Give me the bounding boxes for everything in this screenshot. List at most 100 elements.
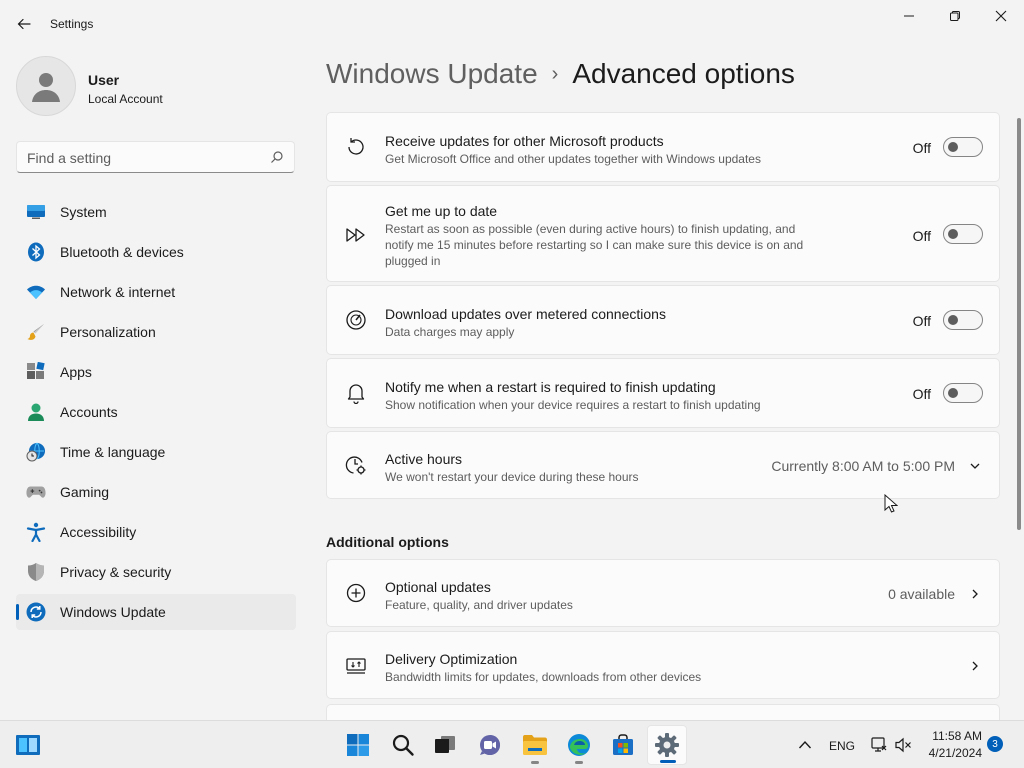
sidebar-item-personalization[interactable]: Personalization bbox=[16, 314, 296, 350]
settings-taskbar-button[interactable] bbox=[647, 725, 687, 765]
close-icon bbox=[995, 10, 1007, 22]
sidebar-item-apps[interactable]: Apps bbox=[16, 354, 296, 390]
sidebar-item-accessibility[interactable]: Accessibility bbox=[16, 514, 296, 550]
volume-muted-icon[interactable] bbox=[894, 736, 912, 759]
update-icon bbox=[26, 602, 46, 622]
minimize-icon bbox=[904, 15, 914, 17]
edge-icon bbox=[568, 734, 590, 756]
metered-toggle[interactable] bbox=[943, 310, 983, 330]
chat-button[interactable] bbox=[470, 725, 510, 765]
nav-list: System Bluetooth & devices Network & int… bbox=[16, 194, 296, 634]
search-box[interactable] bbox=[16, 141, 295, 173]
clock-time[interactable]: 11:58 AM bbox=[930, 729, 982, 743]
maximize-button[interactable] bbox=[932, 4, 978, 28]
file-explorer-button[interactable] bbox=[515, 725, 555, 765]
sidebar-item-label: Personalization bbox=[60, 324, 156, 340]
sidebar-item-label: Accessibility bbox=[60, 524, 137, 540]
folder-icon bbox=[523, 735, 547, 755]
chevron-up-icon bbox=[798, 740, 812, 749]
sidebar-item-label: Accounts bbox=[60, 404, 118, 420]
sidebar-item-system[interactable]: System bbox=[16, 194, 296, 230]
user-profile[interactable]: User Local Account bbox=[16, 56, 296, 116]
brush-icon bbox=[26, 322, 46, 342]
fast-forward-icon bbox=[345, 224, 367, 246]
active-hours-title: Active hours bbox=[385, 451, 463, 467]
user-avatar-icon bbox=[32, 73, 60, 102]
setting-title: Receive updates for other Microsoft prod… bbox=[385, 133, 664, 149]
title-bar: Settings bbox=[0, 0, 1024, 48]
minimize-button[interactable] bbox=[886, 4, 932, 28]
restore-icon bbox=[950, 11, 960, 21]
chevron-down-icon[interactable] bbox=[969, 460, 981, 472]
chevron-right-icon bbox=[969, 660, 981, 672]
additional-options-heading: Additional options bbox=[326, 534, 449, 550]
delivery-optimization-card[interactable]: Delivery Optimization Bandwidth limits f… bbox=[326, 631, 1000, 699]
other-products-toggle[interactable] bbox=[943, 137, 983, 157]
sidebar-item-network[interactable]: Network & internet bbox=[16, 274, 296, 310]
sidebar-item-windows-update[interactable]: Windows Update bbox=[16, 594, 296, 630]
toggle-knob bbox=[948, 229, 958, 239]
toggle-state: Off bbox=[912, 228, 931, 244]
clock-date[interactable]: 4/21/2024 bbox=[926, 746, 982, 760]
search-icon bbox=[392, 734, 414, 756]
bluetooth-icon bbox=[26, 242, 46, 262]
sidebar-item-label: Privacy & security bbox=[60, 564, 172, 580]
monitor-icon bbox=[26, 202, 46, 222]
active-hours-card[interactable]: Active hours We won't restart your devic… bbox=[326, 431, 1000, 499]
toggle-state: Off bbox=[912, 313, 931, 329]
toggle-knob bbox=[948, 388, 958, 398]
store-icon bbox=[613, 734, 633, 755]
chevron-right-icon bbox=[969, 588, 981, 600]
store-button[interactable] bbox=[603, 725, 643, 765]
optional-updates-card[interactable]: Optional updates Feature, quality, and d… bbox=[326, 559, 1000, 627]
sidebar-item-time-language[interactable]: Time & language bbox=[16, 434, 296, 470]
sidebar-item-bluetooth[interactable]: Bluetooth & devices bbox=[16, 234, 296, 270]
notify-restart-toggle[interactable] bbox=[943, 383, 983, 403]
next-option-card[interactable] bbox=[326, 704, 1000, 720]
search-input[interactable] bbox=[27, 149, 267, 167]
sidebar-item-label: Time & language bbox=[60, 444, 166, 460]
breadcrumb-parent[interactable]: Windows Update bbox=[326, 58, 538, 89]
sidebar-item-label: Windows Update bbox=[60, 604, 166, 620]
page-title: Advanced options bbox=[572, 58, 795, 89]
optional-updates-description: Feature, quality, and driver updates bbox=[385, 598, 573, 612]
optional-updates-count: 0 available bbox=[888, 586, 955, 602]
accessibility-icon bbox=[26, 522, 46, 542]
gamepad-icon bbox=[26, 482, 46, 502]
close-button[interactable] bbox=[978, 4, 1024, 28]
sidebar-item-accounts[interactable]: Accounts bbox=[16, 394, 296, 430]
get-up-to-date-toggle[interactable] bbox=[943, 224, 983, 244]
setting-title: Download updates over metered connection… bbox=[385, 306, 666, 322]
main-content: Windows Update › Advanced options Receive … bbox=[326, 48, 1016, 720]
search-taskbar-button[interactable] bbox=[383, 725, 423, 765]
refresh-icon bbox=[345, 136, 367, 158]
person-icon bbox=[26, 402, 46, 422]
arrow-left-icon bbox=[17, 18, 31, 30]
show-hidden-icons-button[interactable] bbox=[788, 725, 822, 765]
sidebar-item-label: Gaming bbox=[60, 484, 110, 500]
delivery-optimization-description: Bandwidth limits for updates, downloads … bbox=[385, 670, 702, 684]
sidebar-item-label: System bbox=[60, 204, 107, 220]
edge-button[interactable] bbox=[559, 725, 599, 765]
input-language[interactable]: ENG bbox=[829, 739, 855, 753]
avatar bbox=[16, 56, 76, 116]
network-icon[interactable] bbox=[870, 736, 888, 759]
setting-title: Get me up to date bbox=[385, 203, 498, 219]
account-type: Local Account bbox=[88, 92, 163, 106]
widgets-button[interactable] bbox=[8, 725, 48, 765]
sidebar-item-label: Network & internet bbox=[60, 284, 176, 300]
windows-logo-icon bbox=[347, 734, 369, 756]
breadcrumb-separator: › bbox=[551, 63, 559, 85]
optional-updates-title: Optional updates bbox=[385, 579, 491, 595]
delivery-optimization-title: Delivery Optimization bbox=[385, 651, 518, 667]
sidebar-item-privacy-security[interactable]: Privacy & security bbox=[16, 554, 296, 590]
active-indicator bbox=[660, 760, 676, 763]
setting-description: Get Microsoft Office and other updates t… bbox=[385, 152, 761, 166]
task-view-button[interactable] bbox=[425, 725, 465, 765]
start-button[interactable] bbox=[338, 725, 378, 765]
scrollbar[interactable] bbox=[1017, 118, 1021, 530]
notification-badge[interactable]: 3 bbox=[987, 736, 1003, 752]
back-button[interactable] bbox=[10, 10, 38, 38]
sidebar-item-gaming[interactable]: Gaming bbox=[16, 474, 296, 510]
setting-description: Data charges may apply bbox=[385, 325, 515, 339]
